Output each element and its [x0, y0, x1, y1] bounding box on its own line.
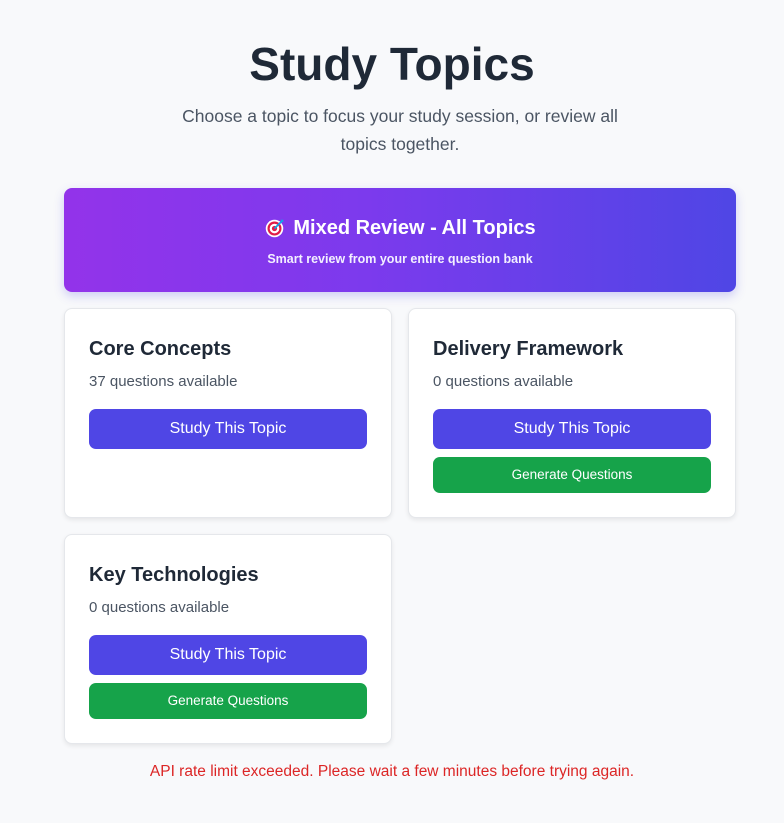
page-title: Study Topics	[249, 38, 535, 90]
question-count: 37 questions available	[89, 373, 238, 390]
study-topic-button[interactable]: Study This Topic	[89, 409, 367, 449]
mixed-review-card[interactable]: Mixed Review - All Topics Smart review f…	[64, 188, 736, 292]
topic-name: Key Technologies	[89, 564, 259, 586]
question-count: 0 questions available	[433, 373, 574, 390]
topic-card-core-concepts: Core Concepts 37 questions available Stu…	[64, 308, 392, 518]
mixed-review-title-row: Mixed Review - All Topics	[64, 214, 736, 242]
page-subtitle: Choose a topic to focus your study sessi…	[182, 106, 618, 154]
question-count: 0 questions available	[89, 599, 230, 616]
mixed-review-title: Mixed Review - All Topics	[293, 217, 536, 239]
topic-name: Delivery Framework	[433, 338, 624, 360]
topic-card-key-technologies: Key Technologies 0 questions available S…	[64, 534, 392, 744]
mixed-review-subtitle: Smart review from your entire question b…	[267, 252, 533, 266]
generate-questions-button[interactable]: Generate Questions	[89, 683, 367, 719]
rate-limit-error-message: API rate limit exceeded. Please wait a f…	[149, 763, 635, 780]
generate-questions-button[interactable]: Generate Questions	[433, 457, 711, 493]
study-topics-page: Study Topics Choose a topic to focus you…	[0, 0, 784, 823]
study-topic-button[interactable]: Study This Topic	[89, 635, 367, 675]
topic-name: Core Concepts	[89, 338, 232, 360]
topic-card-delivery-framework: Delivery Framework 0 questions available…	[408, 308, 736, 518]
target-icon	[266, 219, 284, 237]
study-topic-button[interactable]: Study This Topic	[433, 409, 711, 449]
